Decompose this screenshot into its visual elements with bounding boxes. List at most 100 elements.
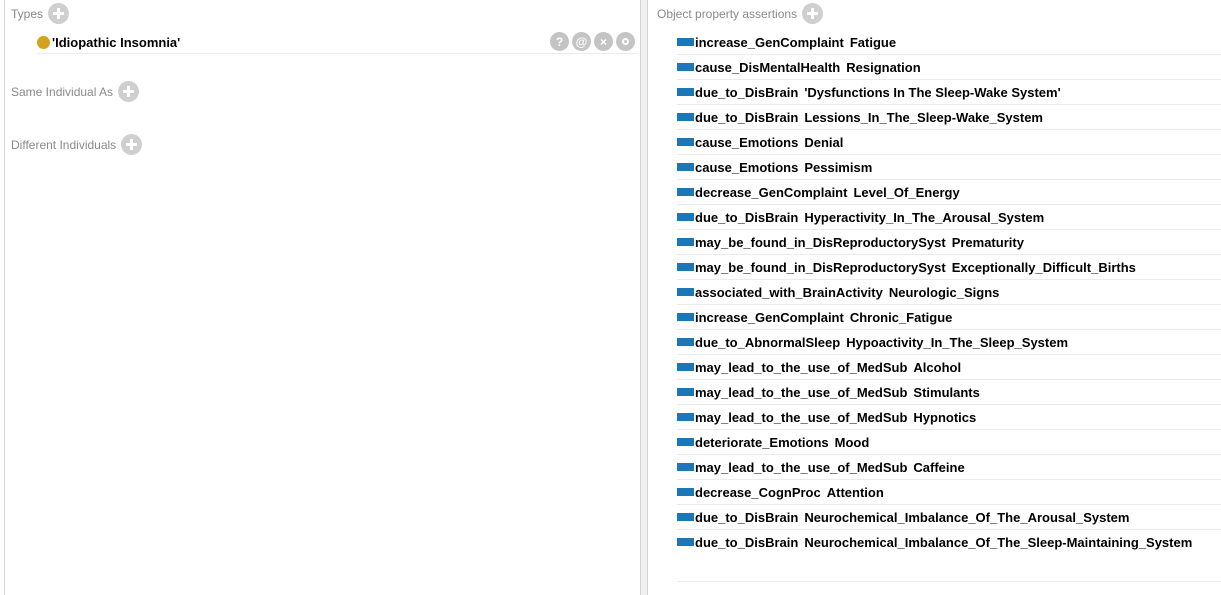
assertion-property: increase_GenComplaint (695, 35, 844, 50)
assertion-row[interactable]: may_lead_to_the_use_of_MedSub Alcohol (677, 355, 1221, 380)
assertion-row[interactable]: may_lead_to_the_use_of_MedSub Hypnotics (677, 405, 1221, 430)
assertion-text: may_lead_to_the_use_of_MedSub Caffeine (695, 459, 965, 477)
assertion-row[interactable]: may_lead_to_the_use_of_MedSub Caffeine (677, 455, 1221, 480)
assertion-property: due_to_DisBrain (695, 210, 799, 225)
edit-button[interactable] (616, 32, 635, 51)
assertion-text: cause_Emotions Denial (695, 134, 843, 152)
object-property-icon (677, 188, 694, 196)
assertion-property: deteriorate_Emotions (695, 435, 829, 450)
assertion-value: Neurochemical_Imbalance_Of_The_Sleep-Mai… (804, 535, 1193, 550)
assertion-row[interactable]: increase_GenComplaint Fatigue (677, 30, 1221, 55)
assertion-row[interactable]: due_to_DisBrain Neurochemical_Imbalance_O… (677, 530, 1221, 582)
assertion-text: may_lead_to_the_use_of_MedSub Stimulants (695, 384, 980, 402)
assertion-value: Fatigue (849, 35, 897, 50)
assertion-text: increase_GenComplaint Fatigue (695, 34, 896, 52)
object-property-icon (677, 413, 694, 421)
assertion-row[interactable]: decrease_CognProc Attention (677, 480, 1221, 505)
assertion-text: due_to_AbnormalSleep Hypoactivity_In_The_… (695, 334, 1068, 352)
assertion-property: due_to_DisBrain (695, 510, 799, 525)
assertion-value: Level_Of_Energy (853, 185, 960, 200)
assertion-value: Resignation (846, 60, 921, 75)
types-header-label: Types (11, 6, 44, 21)
object-property-icon (677, 338, 694, 346)
assertion-property: may_lead_to_the_use_of_MedSub (695, 385, 908, 400)
object-property-icon (677, 238, 694, 246)
add-type-icon[interactable] (48, 3, 70, 24)
object-property-icon (677, 313, 694, 321)
assertion-text: decrease_CognProc Attention (695, 484, 884, 502)
assertion-row[interactable]: increase_GenComplaint Chronic_Fatigue (677, 305, 1221, 330)
assertion-value: Mood (834, 435, 870, 450)
object-property-icon (677, 263, 694, 271)
object-property-icon (677, 388, 694, 396)
assertion-row[interactable]: due_to_DisBrain Hyperactivity_In_The_Arou… (677, 205, 1221, 230)
types-section-header: Types (11, 3, 70, 24)
assertion-row[interactable]: cause_Emotions Denial (677, 130, 1221, 155)
add-same-individual-icon[interactable] (118, 81, 140, 102)
assertion-property: cause_Emotions (695, 160, 799, 175)
assertion-row[interactable]: due_to_DisBrain 'Dysfunctions In The Slee… (677, 80, 1221, 105)
explain-button[interactable]: ? (550, 32, 569, 51)
assertion-text: cause_Emotions Pessimism (695, 159, 872, 177)
assertion-row[interactable]: due_to_DisBrain Neurochemical_Imbalance_O… (677, 505, 1221, 530)
assertion-property: decrease_CognProc (695, 485, 821, 500)
assertion-value: Denial (804, 135, 844, 150)
assertion-value: Chronic_Fatigue (849, 310, 953, 325)
object-property-icon (677, 288, 694, 296)
delete-button[interactable]: × (594, 32, 613, 51)
object-property-icon (677, 163, 694, 171)
assertion-row[interactable]: may_be_found_in_DisReproductorySyst Excep… (677, 255, 1221, 280)
assertion-value: Hyperactivity_In_The_Arousal_System (804, 210, 1045, 225)
assertion-text: may_lead_to_the_use_of_MedSub Hypnotics (695, 409, 976, 427)
assertion-property: may_be_found_in_DisReproductorySyst (695, 260, 946, 275)
different-individuals-header: Different Individuals (11, 134, 143, 155)
assertion-row[interactable]: may_be_found_in_DisReproductorySyst Prema… (677, 230, 1221, 255)
assertion-text: due_to_DisBrain Neurochemical_Imbalance_O… (695, 509, 1129, 527)
assertion-property: due_to_AbnormalSleep (695, 335, 841, 350)
assertion-row[interactable]: cause_Emotions Pessimism (677, 155, 1221, 180)
assertion-text: cause_DisMentalHealth Resignation (695, 59, 921, 77)
assertion-text: due_to_DisBrain 'Dysfunctions In The Slee… (695, 84, 1061, 102)
assertion-value: 'Dysfunctions In The Sleep-Wake System' (804, 85, 1061, 100)
assertion-value: Stimulants (913, 385, 980, 400)
assertion-row[interactable]: due_to_AbnormalSleep Hypoactivity_In_The_… (677, 330, 1221, 355)
property-assertions-panel: Object property assertions increase_GenC… (648, 0, 1221, 595)
assertion-value: Lessions_In_The_Sleep-Wake_System (804, 110, 1043, 125)
assertion-property: due_to_DisBrain (695, 535, 799, 550)
assertion-text: may_lead_to_the_use_of_MedSub Alcohol (695, 359, 961, 377)
different-individuals-label: Different Individuals (11, 137, 117, 152)
assertion-text: increase_GenComplaint Chronic_Fatigue (695, 309, 952, 327)
panel-border (4, 0, 5, 595)
assertion-text: may_be_found_in_DisReproductorySyst Excep… (695, 259, 1136, 277)
assertion-property: may_lead_to_the_use_of_MedSub (695, 410, 908, 425)
assertion-text: associated_with_BrainActivity Neurologic_… (695, 284, 999, 302)
assertion-row[interactable]: decrease_GenComplaint Level_Of_Energy (677, 180, 1221, 205)
object-property-assertions-header: Object property assertions (657, 3, 824, 24)
type-row[interactable]: 'Idiopathic Insomnia' ? @ × (37, 31, 637, 54)
assertion-property: may_lead_to_the_use_of_MedSub (695, 360, 908, 375)
assertion-value: Hypnotics (913, 410, 977, 425)
assertion-property: cause_Emotions (695, 135, 799, 150)
annotate-button[interactable]: @ (572, 32, 591, 51)
assertion-text: deteriorate_Emotions Mood (695, 434, 869, 452)
assertion-property: due_to_DisBrain (695, 85, 799, 100)
assertion-value: Caffeine (913, 460, 965, 475)
add-object-property-assertion-icon[interactable] (802, 3, 824, 24)
assertion-row[interactable]: associated_with_BrainActivity Neurologic_… (677, 280, 1221, 305)
assertion-row[interactable]: due_to_DisBrain Lessions_In_The_Sleep-Wak… (677, 105, 1221, 130)
assertion-row[interactable]: deteriorate_Emotions Mood (677, 430, 1221, 455)
assertion-value: Attention (826, 485, 884, 500)
object-property-icon (677, 213, 694, 221)
assertion-value: Hypoactivity_In_The_Sleep_System (846, 335, 1069, 350)
assertion-value: Pessimism (804, 160, 873, 175)
type-row-actions: ? @ × (550, 32, 635, 51)
assertion-row[interactable]: cause_DisMentalHealth Resignation (677, 55, 1221, 80)
assertion-value: Neurologic_Signs (888, 285, 1000, 300)
individual-description-panel: Types 'Idiopathic Insomnia' ? @ × Same I… (0, 0, 640, 595)
split-pane-divider[interactable] (640, 0, 648, 595)
object-property-icon (677, 63, 694, 71)
object-property-icon (677, 88, 694, 96)
assertion-row[interactable]: may_lead_to_the_use_of_MedSub Stimulants (677, 380, 1221, 405)
add-different-individual-icon[interactable] (121, 134, 143, 155)
assertion-property: decrease_GenComplaint (695, 185, 848, 200)
